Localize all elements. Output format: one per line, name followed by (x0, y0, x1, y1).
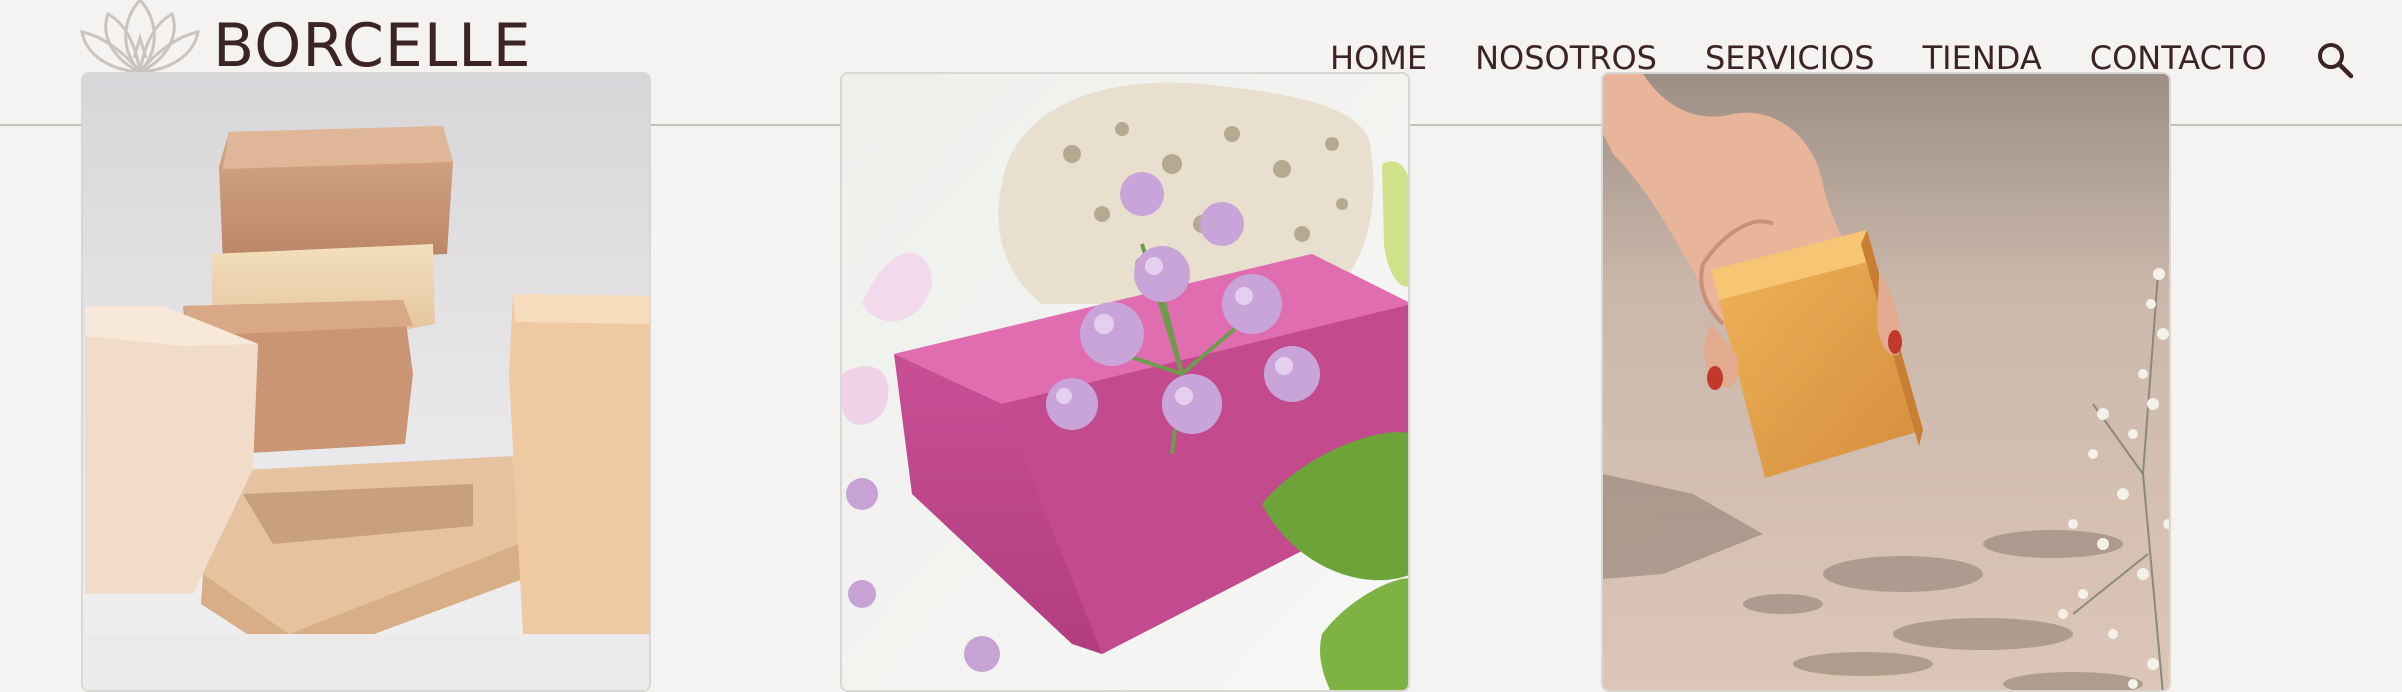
product-card-pink-soap[interactable] (840, 72, 1410, 692)
product-image-pink-soap (842, 74, 1408, 690)
search-icon[interactable] (2315, 40, 2355, 80)
brand-name: BORCELLE (213, 11, 532, 81)
product-card-amber-soap[interactable] (1601, 72, 2171, 692)
product-image-stacked-soaps (83, 74, 649, 690)
product-image-amber-soap (1603, 74, 2169, 690)
product-card-stacked-soaps[interactable] (81, 72, 651, 692)
lotus-icon (80, 0, 200, 74)
